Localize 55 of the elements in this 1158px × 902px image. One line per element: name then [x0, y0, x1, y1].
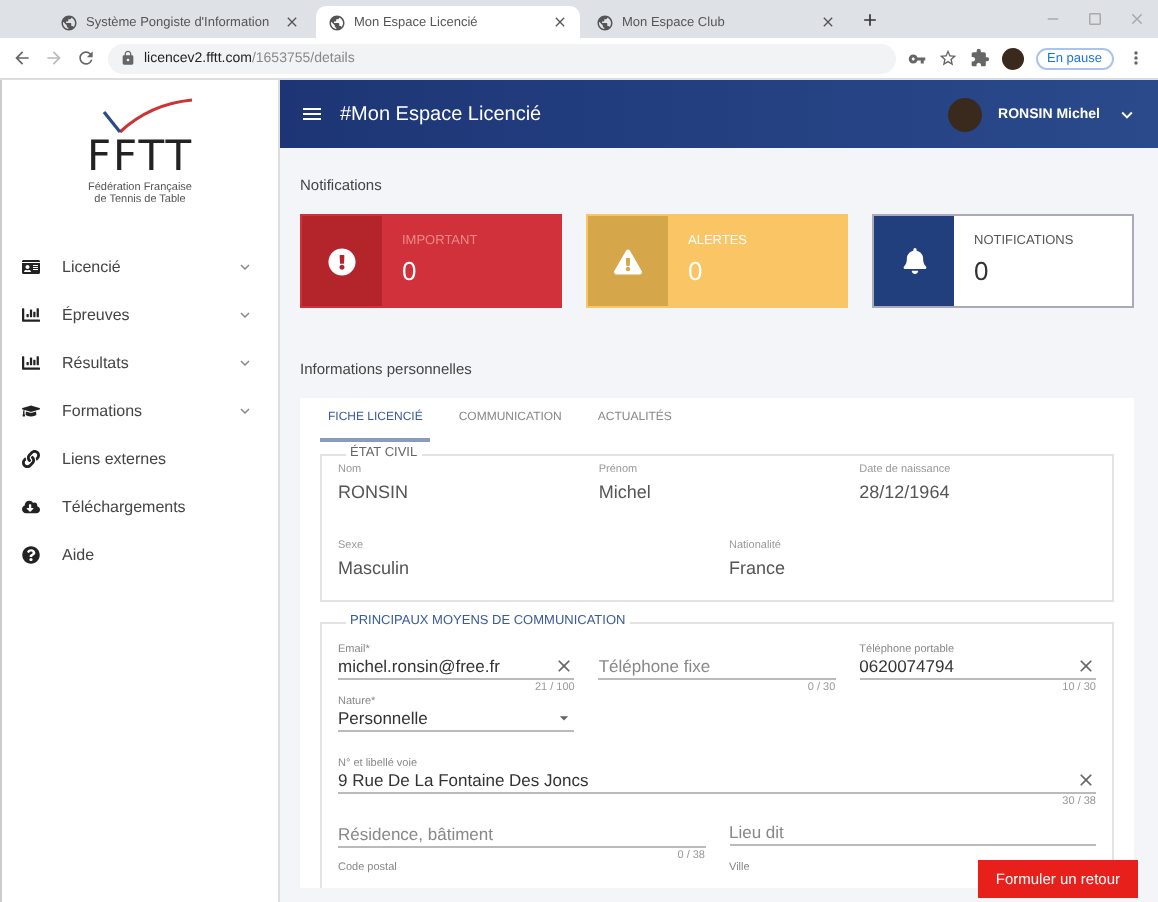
field-value: 9 Rue De La Fontaine Des Joncs — [338, 770, 591, 790]
card-count: 0 — [974, 256, 991, 286]
star-icon[interactable] — [937, 48, 958, 68]
field-value: France — [729, 558, 788, 578]
help-icon — [22, 545, 40, 563]
close-icon[interactable] — [552, 14, 568, 30]
field-placeholder: Résidence, bâtiment — [338, 824, 495, 844]
close-icon[interactable] — [820, 14, 836, 30]
clear-icon[interactable] — [554, 656, 575, 676]
field-value: Michel — [598, 482, 653, 502]
field-value: 0620074794 — [859, 656, 956, 676]
field-placeholder: Téléphone fixe — [598, 656, 713, 676]
chart-icon — [22, 305, 40, 323]
back-icon[interactable] — [12, 48, 32, 68]
cloud-download-icon — [22, 497, 40, 515]
field-value: 28/12/1964 — [859, 482, 952, 502]
sidebar-item[interactable]: Résultats — [2, 338, 278, 386]
reload-icon[interactable] — [76, 48, 96, 68]
close-icon[interactable] — [284, 14, 300, 30]
globe-icon — [596, 13, 614, 31]
globe-icon — [60, 13, 78, 31]
key-icon[interactable] — [907, 49, 926, 67]
field-value: RONSIN — [338, 482, 411, 502]
globe-icon — [328, 13, 346, 31]
sidebar-item[interactable]: Épreuves — [2, 290, 278, 338]
field-value: Masculin — [338, 558, 412, 578]
warning-icon — [614, 247, 642, 275]
text-field[interactable]: Téléphone fixe — [598, 642, 836, 680]
bell-icon — [901, 248, 927, 274]
link-icon — [22, 449, 40, 467]
field-value: Personnelle — [338, 708, 430, 728]
lock-icon — [120, 50, 136, 66]
logo: FFTT — [80, 96, 200, 178]
text-field[interactable]: Résidence, bâtiment — [338, 810, 705, 848]
text-field[interactable]: Lieu dit — [729, 808, 1096, 846]
puzzle-icon[interactable] — [969, 48, 990, 68]
clear-icon[interactable] — [1076, 770, 1096, 790]
field-value: michel.ronsin@free.fr — [338, 656, 502, 676]
chart-icon — [22, 353, 40, 371]
menu-icon[interactable] — [300, 102, 324, 126]
exclamation-icon — [328, 247, 356, 275]
sidebar-item[interactable]: Formations — [2, 386, 278, 434]
sidebar-item[interactable]: Licencié — [2, 242, 278, 290]
card-count: 0 — [688, 256, 705, 286]
page-title: #Mon Espace Licencié — [340, 103, 544, 125]
sidebar-item[interactable]: Aide — [2, 530, 278, 578]
avatar[interactable] — [1001, 47, 1024, 69]
sidebar-item[interactable]: Téléchargements — [2, 482, 278, 530]
card-count: 0 — [402, 256, 419, 286]
id-card-icon — [22, 257, 40, 275]
new-tab-icon[interactable] — [860, 9, 880, 29]
graduation-cap-icon — [22, 401, 40, 419]
sidebar-item[interactable]: Liens externes — [2, 434, 278, 482]
clear-icon[interactable] — [1075, 656, 1096, 676]
field-placeholder: Lieu dit — [729, 822, 786, 842]
